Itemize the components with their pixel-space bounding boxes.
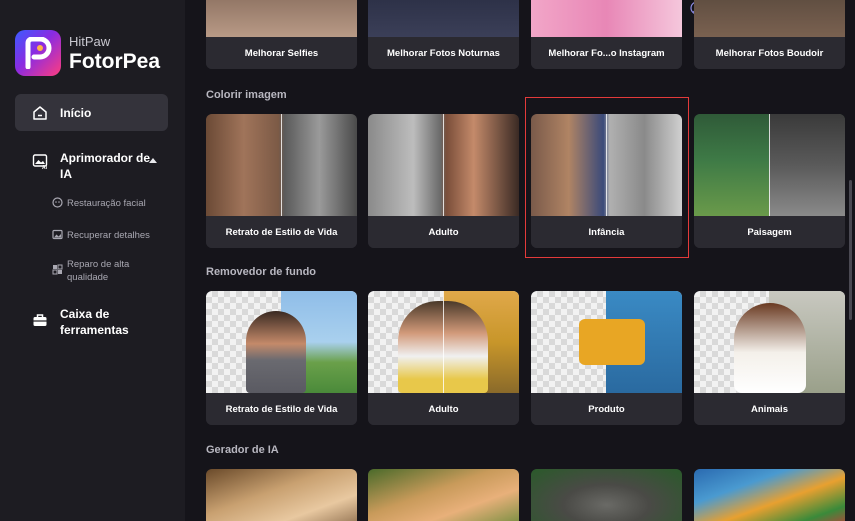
split-line [443,114,444,216]
thumbnail [368,0,519,37]
card-label: Adulto [368,216,519,248]
card-label: Animais [694,393,845,425]
sidebar-subitem-label: Recuperar detalhes [67,230,150,241]
card-enhance-instagram[interactable]: Melhorar Fo...o Instagram [531,0,682,69]
app-logo: HitPaw FotorPea [15,30,160,76]
ai-enhancer-icon: AI [32,154,48,169]
brand-name: FotorPea [69,49,161,73]
svg-text:AI: AI [42,165,48,169]
card-aigen-4[interactable] [694,469,845,521]
thumbnail [206,469,357,521]
thumbnail [531,469,682,521]
image-detail-icon [52,229,63,240]
section-title-bg-remover: Removedor de fundo [206,266,317,278]
section-title-ai-generator: Gerador de IA [206,444,279,456]
card-bgremove-adult[interactable]: Adulto [368,291,519,425]
logo-badge-icon [15,30,61,76]
card-aigen-2[interactable] [368,469,519,521]
split-line [606,114,607,216]
thumbnail [531,0,682,37]
card-label: Melhorar Fo...o Instagram [531,37,682,69]
card-colorize-adult[interactable]: Adulto [368,114,519,248]
card-enhance-selfies[interactable]: Melhorar Selfies [206,0,357,69]
split-line [769,114,770,216]
sidebar-subitem-label: Reparo de alta qualidade [67,259,130,283]
sidebar-item-label: Aprimorador de IA [60,151,151,181]
thumbnail [206,0,357,37]
card-enhance-night[interactable]: Melhorar Fotos Noturnas [368,0,519,69]
card-label: Retrato de Estilo de Vida [206,216,357,248]
chevron-up-icon[interactable] [149,158,157,163]
card-label: Produto [531,393,682,425]
main-content: Melhorar Selfies Melhorar Fotos Noturnas… [185,0,850,521]
brand-sub: HitPaw [69,33,111,49]
card-bgremove-product[interactable]: Produto [531,291,682,425]
card-enhance-boudoir[interactable]: Melhorar Fotos Boudoir [694,0,845,69]
sidebar-item-ai-enhancer[interactable]: AI Aprimorador de IA [32,150,152,182]
card-label: Melhorar Fotos Noturnas [368,37,519,69]
thumbnail [694,0,845,37]
toolbox-icon [33,314,47,326]
card-bgremove-lifestyle[interactable]: Retrato de Estilo de Vida [206,291,357,425]
scrollbar[interactable] [849,180,852,320]
thumbnail [368,469,519,521]
card-aigen-3[interactable] [531,469,682,521]
home-icon [33,105,47,120]
card-label: Melhorar Fotos Boudoir [694,37,845,69]
card-colorize-landscape[interactable]: Paisagem [694,114,845,248]
hq-repair-icon [52,264,63,275]
card-label: Infância [531,216,682,248]
card-colorize-childhood[interactable]: Infância [531,114,682,248]
section-title-colorize: Colorir imagem [206,89,287,101]
sidebar-subitem-label: Restauração facial [67,198,146,209]
sidebar-item-label: Caixa de ferramentas [60,307,129,337]
thumbnail-grayscale [769,114,845,216]
subject [579,319,645,365]
sidebar-subitem-detail[interactable]: Recuperar detalhes [52,229,150,242]
subject [734,303,806,393]
card-aigen-1[interactable] [206,469,357,521]
sidebar-item-label: Início [60,105,92,120]
split-line [443,291,444,393]
face-restore-icon [52,197,63,208]
thumbnail [694,469,845,521]
card-colorize-lifestyle[interactable]: Retrato de Estilo de Vida [206,114,357,248]
app-window: HitPaw FotorPea Início AI Aprimorador de… [0,0,855,521]
sidebar-item-toolbox[interactable]: Caixa de ferramentas [32,306,152,338]
sidebar-subitem-face-restore[interactable]: Restauração facial [52,197,146,210]
card-label: Retrato de Estilo de Vida [206,393,357,425]
card-label: Adulto [368,393,519,425]
card-label: Melhorar Selfies [206,37,357,69]
card-bgremove-animals[interactable]: Animais [694,291,845,425]
sidebar-subitem-hq-repair[interactable]: Reparo de alta qualidade [52,258,152,284]
card-label: Paisagem [694,216,845,248]
subject [246,311,306,393]
sidebar: HitPaw FotorPea Início AI Aprimorador de… [0,0,185,521]
split-line [281,114,282,216]
sidebar-item-home[interactable]: Início [15,94,168,131]
